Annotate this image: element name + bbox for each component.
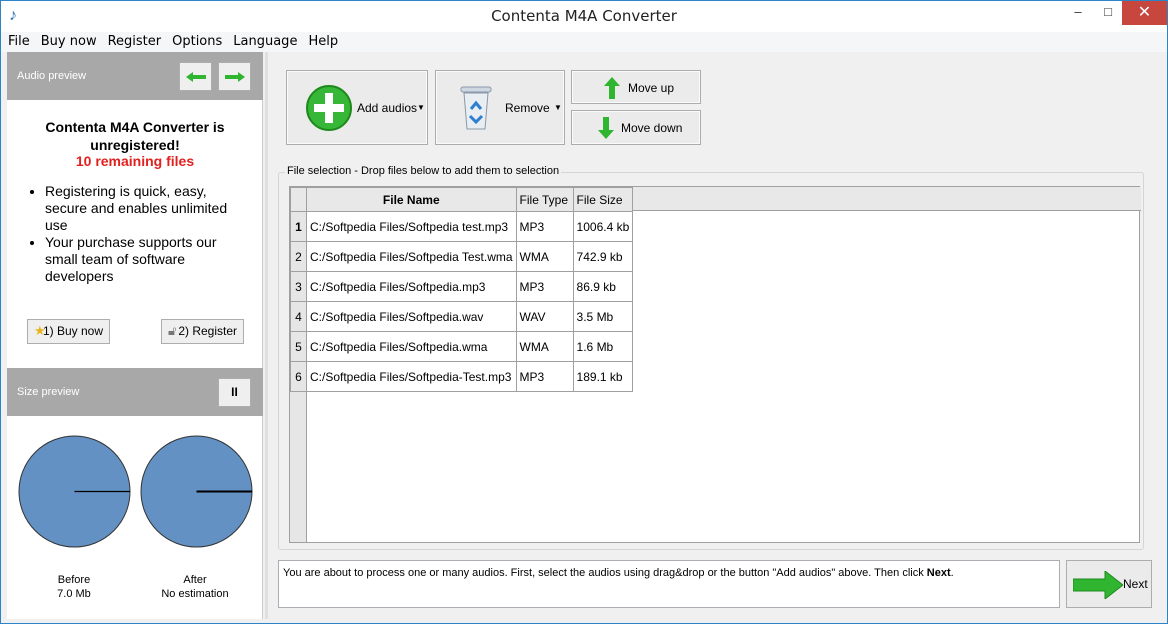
menu-register[interactable]: Register	[104, 32, 166, 51]
file-type-cell: WMA	[515, 331, 574, 362]
left-pane: Audio preview Contenta M4A Converter is …	[7, 52, 263, 619]
table-header-row: File Name File Type File Size	[290, 187, 634, 212]
add-icon	[306, 85, 352, 131]
file-name-cell: C:/Softpedia Files/Softpedia test.mp3	[306, 211, 517, 242]
file-selection-label: File selection - Drop files below to add…	[285, 165, 562, 177]
table-row[interactable]: 1 C:/Softpedia Files/Softpedia test.mp3 …	[290, 211, 634, 242]
benefit-item: Registering is quick, easy, secure and e…	[45, 183, 250, 234]
previous-button[interactable]	[179, 62, 212, 91]
before-size-label: Before 7.0 Mb	[57, 574, 91, 600]
file-size-cell: 742.9 kb	[572, 241, 634, 272]
registration-benefits: Registering is quick, easy, secure and e…	[45, 183, 250, 285]
audio-preview-label: Audio preview	[17, 70, 87, 82]
before-size-pie	[18, 435, 131, 548]
recycle-bin-icon	[460, 86, 492, 130]
add-audios-button[interactable]: Add audios ▼	[286, 70, 428, 145]
dropdown-arrow-icon: ▼	[417, 103, 425, 112]
app-window: ♪ Contenta M4A Converter – □ ✕ File Buy n…	[0, 0, 1168, 624]
after-size-label: After No estimation	[161, 574, 229, 600]
move-up-button[interactable]: Move up	[571, 70, 701, 104]
row-number: 1	[290, 211, 307, 242]
table-row[interactable]: 6 C:/Softpedia Files/Softpedia-Test.mp3 …	[290, 361, 634, 392]
file-type-cell: MP3	[515, 361, 574, 392]
after-size-pie	[140, 435, 253, 548]
padlock-icon: 🔓︎	[168, 323, 177, 338]
remaining-files: 10 remaining files	[75, 153, 195, 169]
window-title: Contenta M4A Converter	[491, 7, 677, 25]
row-number: 6	[290, 361, 307, 392]
file-name-cell: C:/Softpedia Files/Softpedia.wav	[306, 301, 517, 332]
row-number: 2	[290, 241, 307, 272]
pause-icon: II	[231, 385, 238, 399]
menu-file[interactable]: File	[4, 32, 34, 51]
file-type-cell: WAV	[515, 301, 574, 332]
left-arrow-icon	[186, 72, 206, 82]
close-button[interactable]: ✕	[1122, 1, 1167, 25]
file-name-cell: C:/Softpedia Files/Softpedia.mp3	[306, 271, 517, 302]
registration-title: Contenta M4A Converter is unregistered!	[45, 119, 225, 153]
menu-buy-now[interactable]: Buy now	[37, 32, 101, 51]
right-arrow-icon	[1073, 571, 1123, 599]
column-header-file-size[interactable]: File Size	[572, 187, 634, 212]
file-size-cell: 3.5 Mb	[572, 301, 634, 332]
title-bar: ♪ Contenta M4A Converter – □ ✕	[1, 1, 1167, 32]
maximize-button[interactable]: □	[1093, 1, 1123, 25]
column-header-file-name[interactable]: File Name	[306, 187, 517, 212]
file-grid[interactable]: File Name File Type File Size 1 C:/Softp…	[289, 186, 1141, 543]
pause-button[interactable]: II	[218, 378, 251, 407]
file-size-cell: 86.9 kb	[572, 271, 634, 302]
table-row[interactable]: 5 C:/Softpedia Files/Softpedia.wma WMA 1…	[290, 331, 634, 362]
file-name-cell: C:/Softpedia Files/Softpedia Test.wma	[306, 241, 517, 272]
table-row[interactable]: 3 C:/Softpedia Files/Softpedia.mp3 MP3 8…	[290, 271, 634, 302]
up-arrow-icon	[604, 77, 620, 99]
file-type-cell: MP3	[515, 271, 574, 302]
next-preview-button[interactable]	[218, 62, 251, 91]
table-row[interactable]: 2 C:/Softpedia Files/Softpedia Test.wma …	[290, 241, 634, 272]
file-type-cell: MP3	[515, 211, 574, 242]
menu-help[interactable]: Help	[304, 32, 342, 51]
file-name-cell: C:/Softpedia Files/Softpedia-Test.mp3	[306, 361, 517, 392]
minimize-button[interactable]: –	[1063, 1, 1093, 25]
status-message: You are about to process one or many aud…	[278, 560, 1060, 608]
file-size-cell: 1006.4 kb	[572, 211, 634, 242]
file-type-cell: WMA	[515, 241, 574, 272]
file-size-cell: 1.6 Mb	[572, 331, 634, 362]
star-icon: ★	[34, 323, 46, 338]
register-button[interactable]: 🔓︎ 2) Register	[161, 319, 244, 344]
dropdown-arrow-icon: ▼	[554, 103, 562, 112]
down-arrow-icon	[598, 117, 614, 139]
main-pane: Add audios ▼ Remove ▼ Move up Move down …	[268, 52, 1167, 619]
size-preview-label: Size preview	[17, 386, 80, 398]
buy-now-button[interactable]: ★ 1) Buy now	[27, 319, 110, 344]
column-header-file-type[interactable]: File Type	[515, 187, 574, 212]
menu-options[interactable]: Options	[168, 32, 226, 51]
menu-language[interactable]: Language	[229, 32, 301, 51]
audio-preview-header: Audio preview	[7, 52, 263, 100]
table-row[interactable]: 4 C:/Softpedia Files/Softpedia.wav WAV 3…	[290, 301, 634, 332]
file-name-cell: C:/Softpedia Files/Softpedia.wma	[306, 331, 517, 362]
size-preview-header: Size preview II	[7, 368, 263, 416]
move-down-button[interactable]: Move down	[571, 110, 701, 145]
row-number: 5	[290, 331, 307, 362]
row-number: 4	[290, 301, 307, 332]
right-arrow-icon	[225, 72, 245, 82]
file-table: File Name File Type File Size 1 C:/Softp…	[290, 187, 634, 392]
corner-cell	[290, 187, 307, 212]
next-button[interactable]: Next	[1066, 560, 1152, 608]
benefit-item: Your purchase supports our small team of…	[45, 234, 250, 285]
file-size-cell: 189.1 kb	[572, 361, 634, 392]
menu-bar: File Buy now Register Options Language Help	[1, 32, 1167, 52]
row-number: 3	[290, 271, 307, 302]
file-selection-group: File selection - Drop files below to add…	[278, 165, 1144, 550]
remove-button[interactable]: Remove ▼	[435, 70, 565, 145]
